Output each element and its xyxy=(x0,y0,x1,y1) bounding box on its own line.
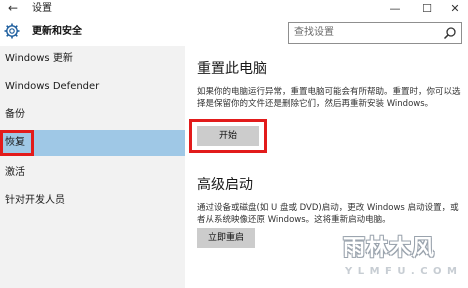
advanced-startup-heading: 高级启动 xyxy=(197,177,253,193)
sidebar-item-for-developers[interactable]: 针对开发人员 xyxy=(0,188,185,214)
reset-pc-description: 如果你的电脑运行异常，重置电脑可能会有所帮助。重置时，你可以选择是保留你的文件还… xyxy=(197,87,461,109)
restart-now-button[interactable]: 立即重启 xyxy=(197,228,255,248)
sidebar-item-label: Windows Defender xyxy=(5,81,100,92)
section-title: 更新和安全 xyxy=(32,26,82,37)
minimize-button[interactable]: — xyxy=(380,0,410,18)
sidebar-item-recovery[interactable]: 恢复 xyxy=(0,130,185,156)
gear-icon xyxy=(4,23,20,39)
sidebar-item-label: 备份 xyxy=(5,109,25,120)
sidebar-item-label: 激活 xyxy=(5,167,25,178)
search-icon[interactable] xyxy=(443,26,457,40)
window-title: 设置 xyxy=(32,3,52,14)
reset-pc-heading: 重置此电脑 xyxy=(197,61,267,77)
watermark-logo: 雨林木风 Y L M F U . C O M xyxy=(323,226,468,288)
sidebar-item-label: 针对开发人员 xyxy=(5,195,65,206)
sidebar: Windows 更新 Windows Defender 备份 恢复 激活 针对开… xyxy=(0,46,185,288)
close-button[interactable]: ✕ xyxy=(440,0,468,18)
start-reset-button[interactable]: 开始 xyxy=(197,126,259,146)
sidebar-item-windows-defender[interactable]: Windows Defender xyxy=(0,74,185,100)
sidebar-item-windows-update[interactable]: Windows 更新 xyxy=(0,46,185,72)
back-arrow-icon[interactable]: ← xyxy=(6,1,20,15)
sidebar-item-label: Windows 更新 xyxy=(5,53,73,64)
settings-header: 更新和安全 查找设置 xyxy=(0,18,468,46)
title-bar: ← 设置 — ☐ ✕ xyxy=(0,0,468,18)
sidebar-item-label: 恢复 xyxy=(5,137,25,148)
watermark-text: 雨林木风 xyxy=(343,236,436,261)
search-input[interactable]: 查找设置 xyxy=(288,22,462,44)
watermark-url: Y L M F U . C O M xyxy=(345,266,458,277)
sidebar-item-backup[interactable]: 备份 xyxy=(0,102,185,128)
search-placeholder: 查找设置 xyxy=(294,27,334,38)
advanced-startup-description: 通过设备或磁盘(如 U 盘或 DVD)启动，更改 Windows 启动设置，或者… xyxy=(197,203,459,225)
maximize-button[interactable]: ☐ xyxy=(412,0,442,18)
sidebar-item-activation[interactable]: 激活 xyxy=(0,160,185,186)
